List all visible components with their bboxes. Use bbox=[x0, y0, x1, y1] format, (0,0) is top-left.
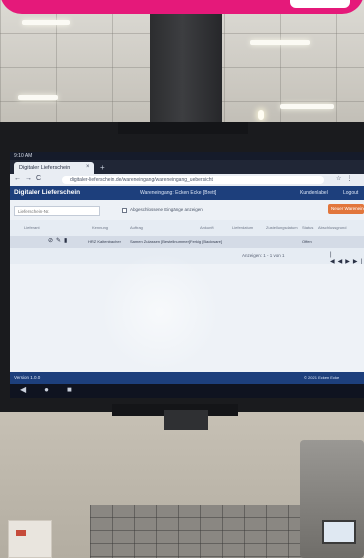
column-header[interactable]: Auftrag bbox=[130, 225, 143, 230]
ceiling-light bbox=[22, 20, 70, 25]
search-input[interactable] bbox=[14, 206, 100, 216]
column-header[interactable]: Kennung bbox=[92, 225, 108, 230]
url-text: digitaler-lieferschein.de/wareneingang/w… bbox=[70, 177, 213, 183]
column-header[interactable]: Abschlussgrund bbox=[318, 225, 346, 230]
checkbox-label: Abgeschlossene Eingänge anzeigen bbox=[130, 207, 203, 212]
mounting-pole bbox=[150, 0, 222, 122]
table-cell: Ferkig [Backware] bbox=[190, 239, 223, 244]
ceiling-light bbox=[280, 104, 334, 109]
monitor-screen: 9:10 AM Digitaler Lieferschein × + ←→C d… bbox=[10, 152, 364, 384]
light-reflection bbox=[258, 110, 264, 120]
column-header[interactable]: Ankunft bbox=[200, 225, 214, 230]
ceiling-light bbox=[18, 95, 58, 100]
banner-highlight bbox=[290, 0, 350, 8]
logout-link[interactable]: Logout bbox=[343, 190, 358, 196]
column-header[interactable]: Lieferant bbox=[24, 225, 40, 230]
status-badge: Offen bbox=[302, 239, 312, 244]
floor-tiles bbox=[90, 505, 310, 558]
printer-screen bbox=[322, 520, 356, 544]
closed-receipts-checkbox[interactable] bbox=[122, 208, 127, 213]
system-clock: 9:10 AM bbox=[14, 153, 33, 159]
bookmark-menu-icons[interactable]: ☆⋮ bbox=[336, 175, 357, 182]
browser-tab-title: Digitaler Lieferschein bbox=[19, 165, 71, 171]
location-label[interactable]: Wareneingang: Ecken Ecke [Brett] bbox=[140, 190, 216, 196]
screen-glare bbox=[100, 252, 220, 372]
browser-nav-icons[interactable]: ←→C bbox=[14, 175, 45, 182]
system-status-bar bbox=[10, 152, 364, 160]
android-nav-icons[interactable]: ◀●■ bbox=[20, 385, 90, 394]
box-label bbox=[16, 530, 26, 536]
pagination-info: Anzeigen: 1 - 1 von 1 bbox=[242, 253, 285, 258]
mounting-pole-lower bbox=[164, 410, 208, 430]
app-title: Digitaler Lieferschein bbox=[14, 189, 81, 196]
copyright-label: © 2021 Ecken Ecke bbox=[304, 375, 340, 380]
table-cell: HRZ Kaltenbacher bbox=[88, 239, 121, 244]
cardboard-box bbox=[8, 520, 52, 558]
table-cell: Samen Zulassen [Bestellnummer] bbox=[130, 239, 191, 244]
new-receipt-button[interactable]: Neuer Wareneingang bbox=[328, 204, 364, 214]
column-header[interactable]: Zustellungsdatum bbox=[266, 225, 298, 230]
monitor-mount-top bbox=[118, 122, 248, 134]
ceiling-light bbox=[250, 40, 310, 45]
user-label[interactable]: Kundenlabel bbox=[300, 190, 328, 196]
column-header[interactable]: Lieferdatum bbox=[232, 225, 253, 230]
version-label: Version 1.0.0 bbox=[14, 375, 41, 380]
row-action-icons[interactable]: ⊘✎▮ bbox=[48, 237, 70, 244]
new-tab-icon[interactable]: + bbox=[100, 163, 105, 172]
close-icon[interactable]: × bbox=[86, 164, 90, 170]
column-header[interactable]: Status bbox=[302, 225, 313, 230]
